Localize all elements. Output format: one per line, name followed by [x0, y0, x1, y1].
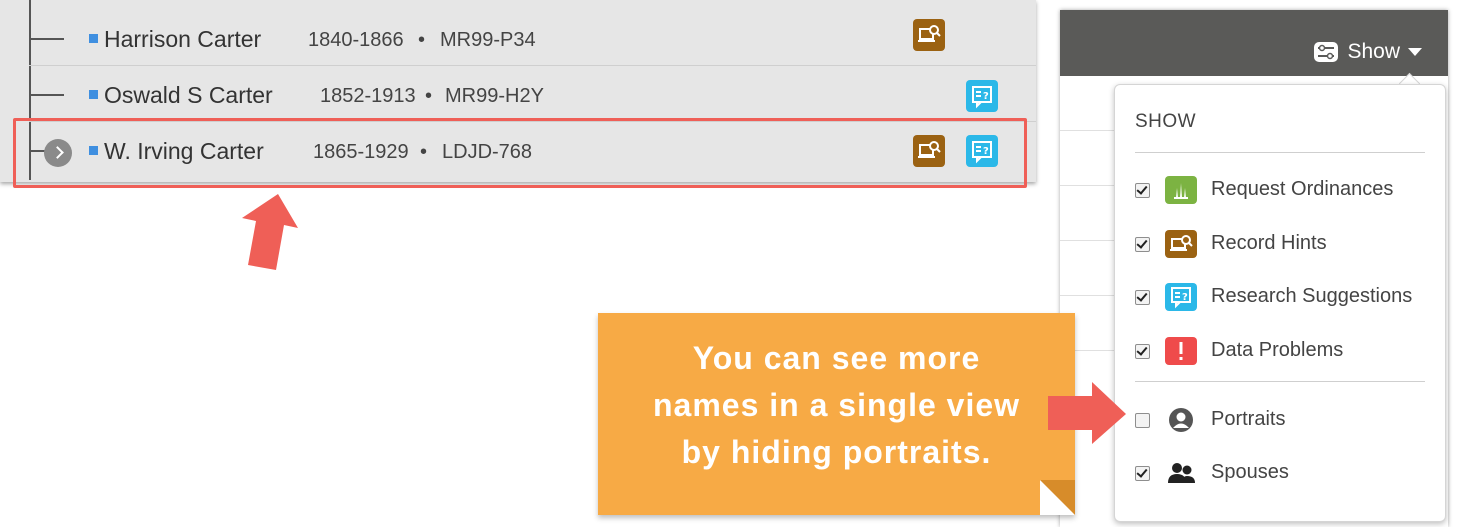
separator-dot: • — [418, 29, 426, 51]
dropdown-title: SHOW — [1135, 111, 1197, 132]
checkbox[interactable] — [1135, 183, 1150, 198]
checkbox[interactable] — [1135, 344, 1150, 359]
callout-fold-flap — [1040, 480, 1075, 515]
tree-branch-line — [29, 94, 64, 96]
gender-male-icon — [89, 90, 98, 99]
option-research-suggestions[interactable]: ? Research Suggestions — [1135, 282, 1435, 316]
person-name[interactable]: Harrison Carter — [104, 26, 261, 53]
option-label: Portraits — [1211, 408, 1286, 430]
grid-line — [1060, 295, 1120, 296]
checkbox[interactable] — [1135, 237, 1150, 252]
record-hint-icon — [1165, 230, 1197, 258]
callout-line: You can see more — [692, 340, 981, 376]
option-label: Research Suggestions — [1211, 285, 1413, 307]
person-lifespan: 1852-1913 — [320, 85, 416, 107]
up-pointer-arrow-icon — [242, 194, 298, 270]
svg-text:?: ? — [983, 91, 989, 102]
grid-line — [1060, 240, 1120, 241]
checkbox[interactable] — [1135, 290, 1150, 305]
row-highlight-box — [13, 118, 1027, 188]
person-row-0[interactable]: Harrison Carter 1840-1866 • MR99-P34 — [0, 10, 1036, 66]
callout-line: by hiding portraits. — [681, 434, 992, 470]
person-row-1[interactable]: Oswald S Carter 1852-1913 • MR99-H2Y ? — [0, 66, 1036, 122]
record-hint-icon[interactable] — [913, 19, 945, 51]
portrait-icon — [1165, 406, 1197, 434]
tree-branch-line — [29, 38, 64, 40]
option-data-problems[interactable]: Data Problems — [1135, 336, 1435, 370]
research-suggestion-icon[interactable]: ? — [966, 80, 998, 112]
right-pointer-arrow-icon — [1048, 382, 1126, 444]
gender-male-icon — [89, 34, 98, 43]
show-dropdown-button[interactable]: Show — [1313, 38, 1422, 66]
show-button-label: Show — [1347, 40, 1400, 63]
option-label: Request Ordinances — [1211, 178, 1394, 200]
toolbar-header: Show — [1060, 10, 1448, 76]
grid-line — [1060, 130, 1120, 131]
option-label: Spouses — [1211, 461, 1289, 483]
callout-text: You can see more names in a single view … — [598, 335, 1075, 476]
settings-sliders-icon — [1314, 42, 1339, 62]
grid-line — [1060, 185, 1120, 186]
option-spouses[interactable]: Spouses — [1135, 458, 1435, 492]
person-id[interactable]: MR99-P34 — [440, 29, 536, 52]
research-suggestion-icon: ? — [1165, 283, 1197, 311]
svg-text:?: ? — [1182, 292, 1188, 303]
person-lifespan: 1840-1866 — [308, 29, 404, 51]
checkbox[interactable] — [1135, 413, 1150, 428]
person-name[interactable]: Oswald S Carter — [104, 82, 273, 109]
exclamation-icon — [1165, 337, 1197, 365]
dropdown-divider — [1135, 381, 1425, 382]
callout-line: names in a single view — [652, 387, 1021, 423]
option-portraits[interactable]: Portraits — [1135, 405, 1435, 439]
spouses-icon — [1165, 459, 1197, 487]
caret-down-icon — [1408, 48, 1422, 56]
option-request-ordinances[interactable]: Request Ordinances — [1135, 175, 1435, 209]
separator-dot: • — [425, 85, 433, 107]
temple-icon — [1165, 176, 1197, 204]
option-label: Data Problems — [1211, 339, 1344, 361]
tip-callout: You can see more names in a single view … — [598, 313, 1075, 515]
option-record-hints[interactable]: Record Hints — [1135, 229, 1435, 263]
dropdown-divider — [1135, 152, 1425, 153]
show-dropdown-menu: SHOW Request Ordinances Record Hints ? R… — [1114, 84, 1446, 522]
checkbox[interactable] — [1135, 466, 1150, 481]
option-label: Record Hints — [1211, 232, 1327, 254]
person-id[interactable]: MR99-H2Y — [445, 85, 544, 108]
